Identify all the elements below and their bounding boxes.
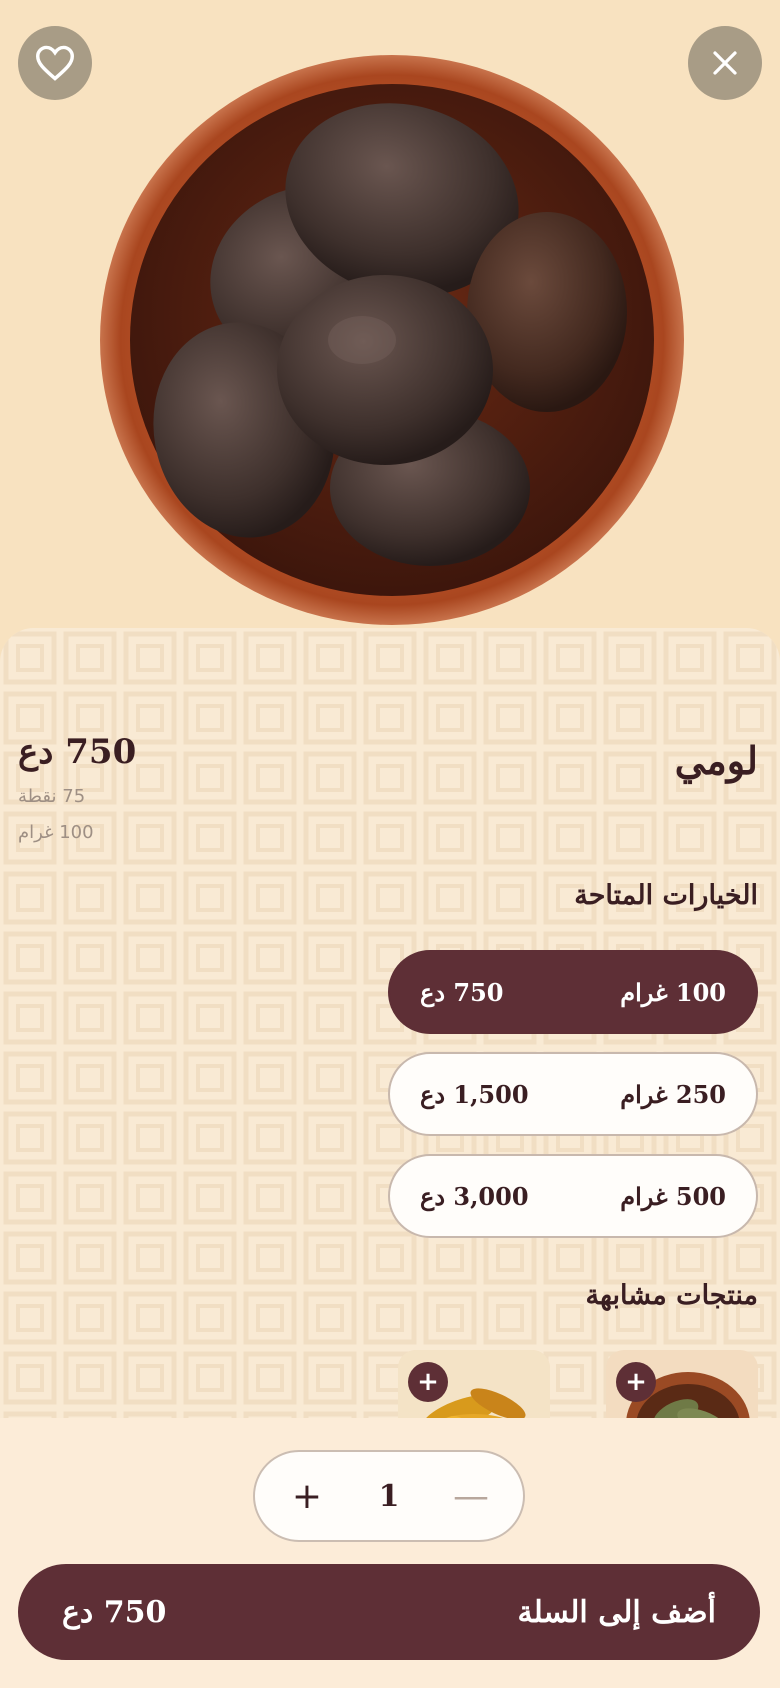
option-250g[interactable]: 250 غرام 1,500 دع <box>388 1052 758 1136</box>
minus-icon: — <box>453 1475 489 1517</box>
option-weight: 250 غرام <box>620 1079 726 1109</box>
option-price: 750 دع <box>420 977 504 1007</box>
plus-icon: + <box>291 1475 323 1517</box>
product-details-panel: لومي 750 دع 75 نقطة 100 غرام الخيارات ال… <box>0 628 780 1418</box>
product-title: لومي <box>674 738 758 783</box>
options-title: الخيارات المتاحة <box>574 880 758 911</box>
add-to-cart-button[interactable]: أضف إلى السلة 750 دع <box>18 1564 760 1660</box>
product-image <box>100 55 684 625</box>
product-price: 750 دع <box>18 732 137 772</box>
footer-bar: + 1 — أضف إلى السلة 750 دع <box>0 1418 780 1688</box>
quantity-stepper: + 1 — <box>253 1450 525 1542</box>
add-similar-button[interactable]: + <box>616 1362 656 1402</box>
similar-product-card[interactable]: + <box>398 1350 550 1418</box>
cart-total: 750 دع <box>62 1594 167 1630</box>
add-to-cart-label: أضف إلى السلة <box>517 1594 717 1630</box>
favorite-button[interactable] <box>18 26 92 100</box>
product-hero <box>0 0 780 650</box>
plus-icon: + <box>625 1367 647 1397</box>
decrease-quantity-button[interactable]: — <box>449 1474 493 1518</box>
product-points: 75 نقطة <box>18 786 86 807</box>
plus-icon: + <box>417 1367 439 1397</box>
increase-quantity-button[interactable]: + <box>285 1474 329 1518</box>
option-weight: 500 غرام <box>620 1181 726 1211</box>
option-price: 1,500 دع <box>420 1079 529 1109</box>
option-500g[interactable]: 500 غرام 3,000 دع <box>388 1154 758 1238</box>
add-similar-button[interactable]: + <box>408 1362 448 1402</box>
option-100g[interactable]: 100 غرام 750 دع <box>388 950 758 1034</box>
heart-icon <box>35 45 75 81</box>
close-button[interactable] <box>688 26 762 100</box>
quantity-value: 1 <box>378 1478 400 1514</box>
option-price: 3,000 دع <box>420 1181 529 1211</box>
close-icon <box>713 51 737 75</box>
product-weight: 100 غرام <box>18 822 94 843</box>
similar-product-card[interactable]: + <box>606 1350 758 1418</box>
option-weight: 100 غرام <box>620 977 726 1007</box>
similar-products-title: منتجات مشابهة <box>585 1280 758 1311</box>
